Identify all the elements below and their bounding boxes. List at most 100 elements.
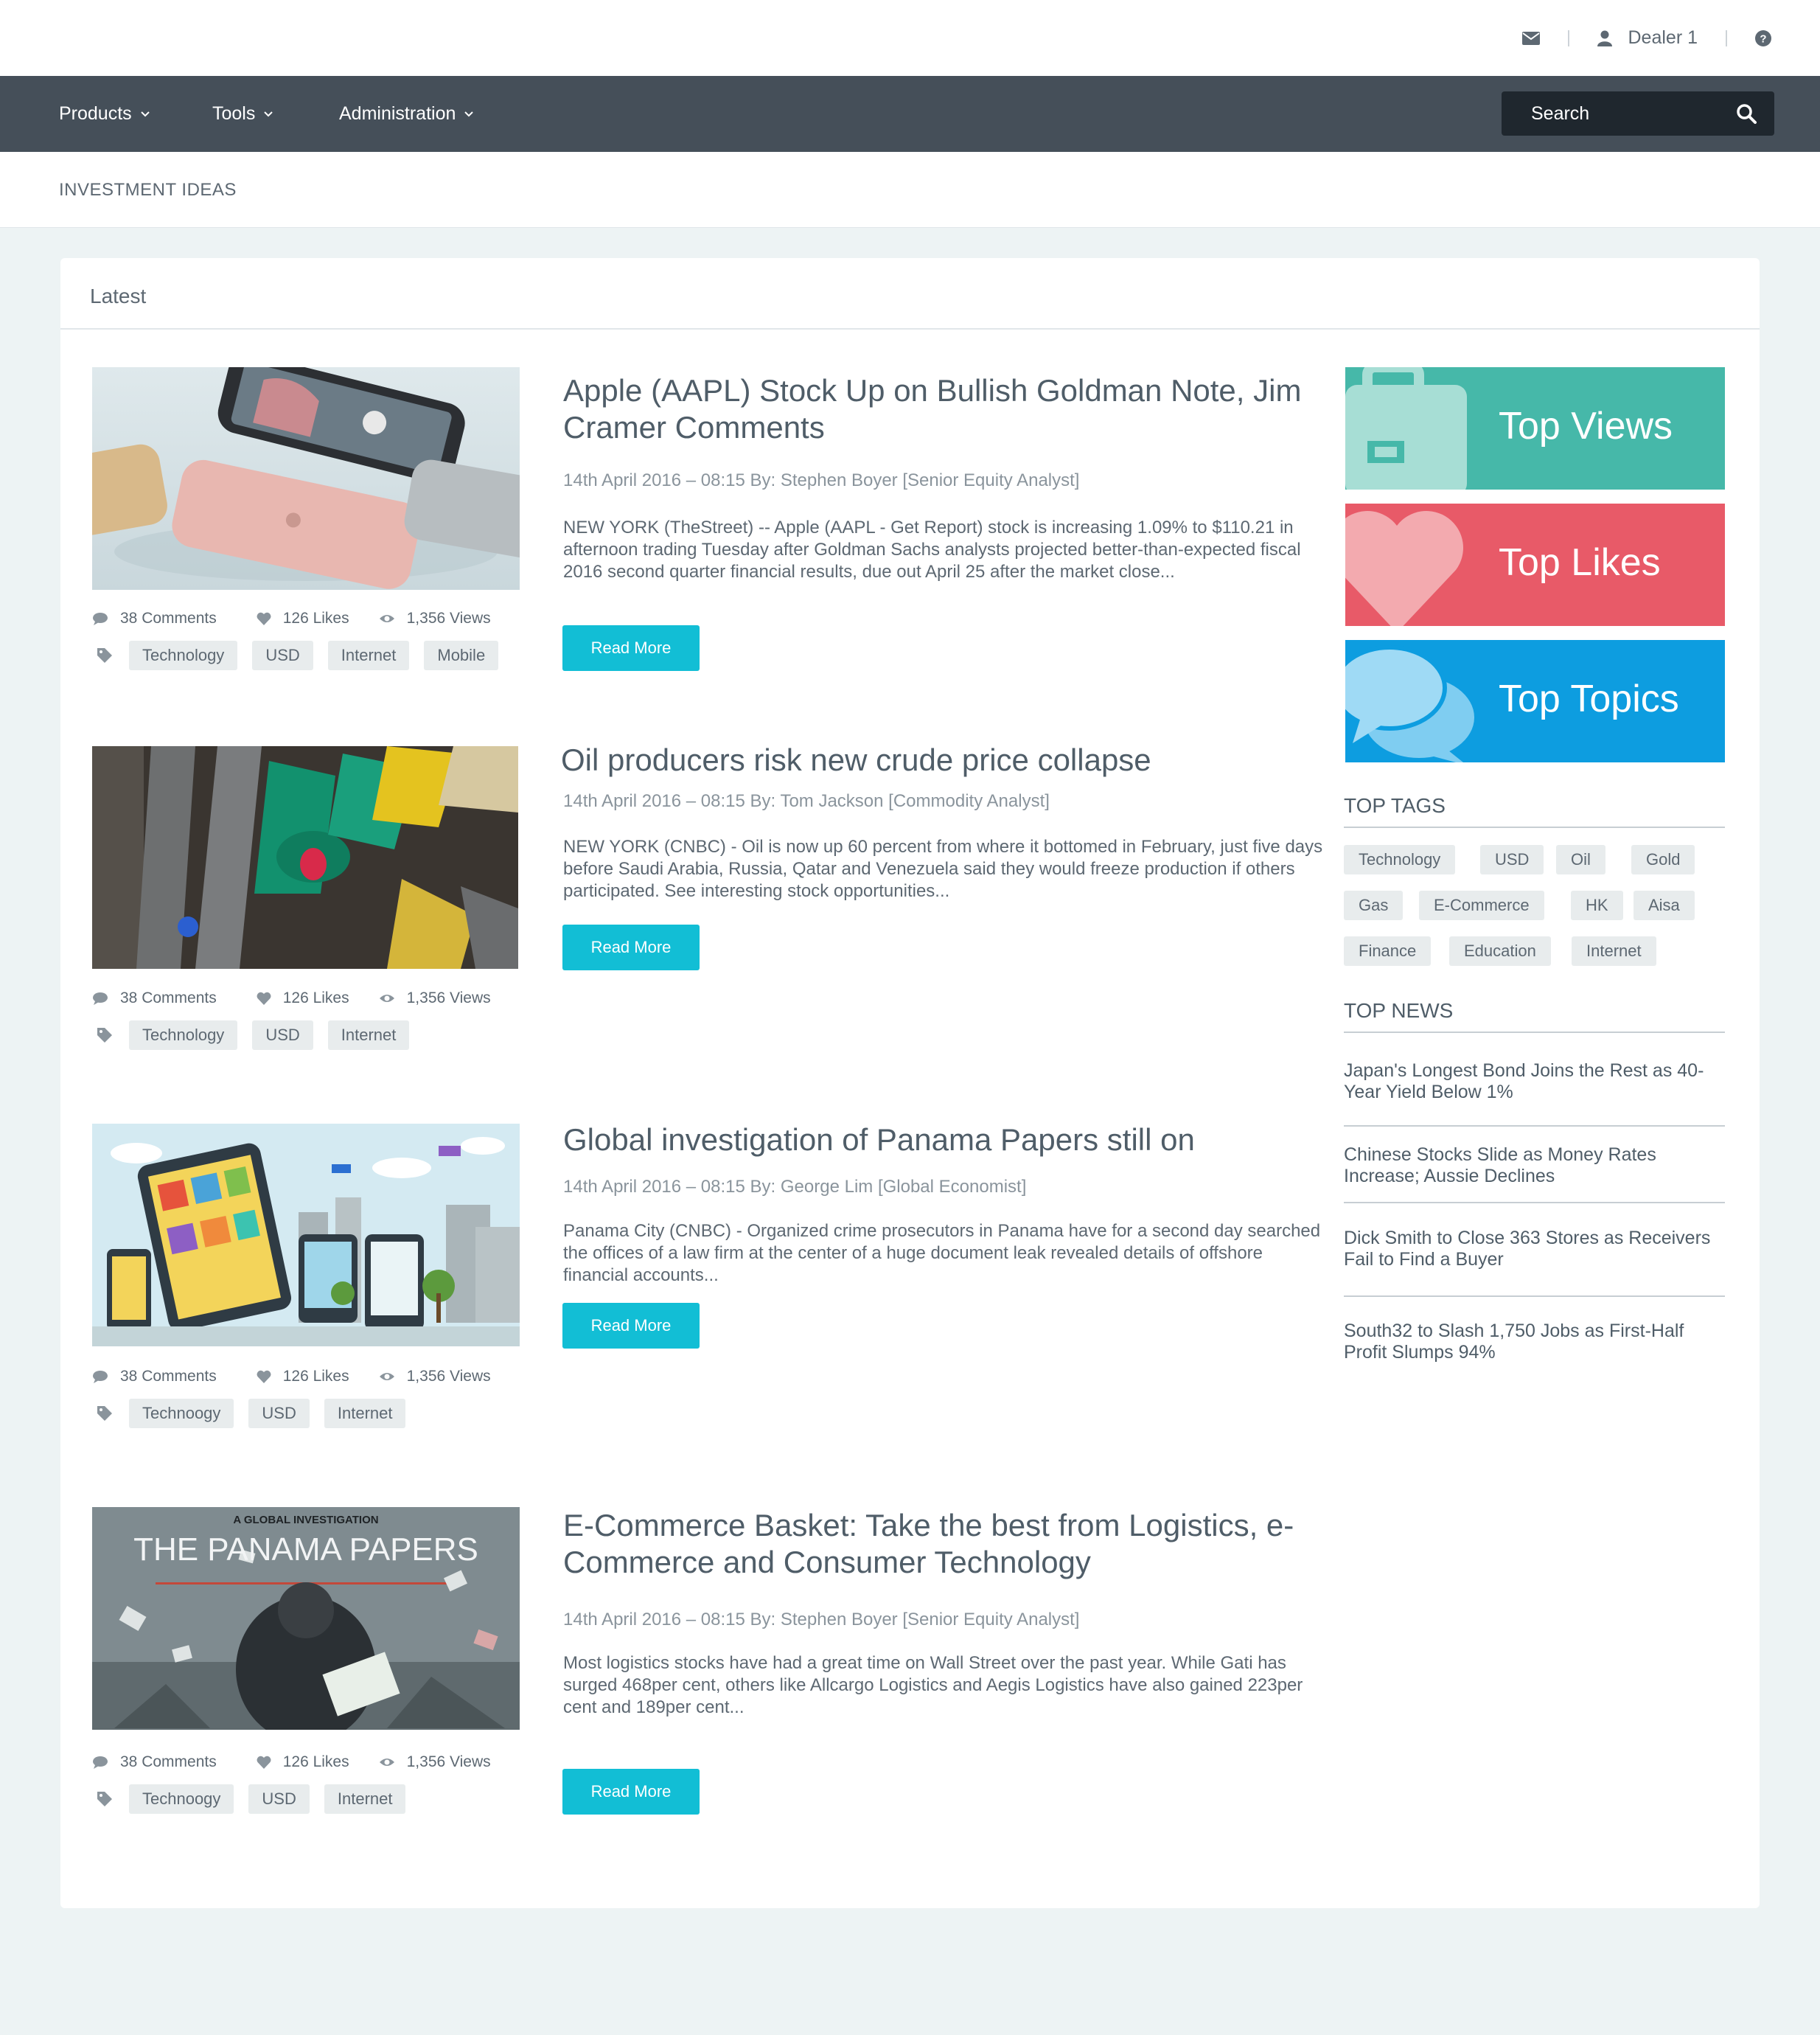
- help-icon[interactable]: ?: [1755, 29, 1771, 46]
- top-tags-heading: TOP TAGS: [1344, 794, 1725, 828]
- tag[interactable]: USD: [252, 641, 313, 670]
- tag[interactable]: Education: [1449, 936, 1551, 966]
- comments-stat[interactable]: 38 Comments: [92, 1753, 217, 1771]
- tag[interactable]: Internet: [324, 1784, 406, 1814]
- tag[interactable]: HK: [1571, 891, 1623, 920]
- comment-icon: [93, 1756, 108, 1769]
- tag[interactable]: Gas: [1344, 891, 1404, 920]
- search-icon[interactable]: [1736, 103, 1757, 124]
- tag-icon: [97, 648, 112, 663]
- article-date: 14th April 2016 – 08:15 By: George Lim […: [563, 1177, 1027, 1197]
- chat-bubbles-icon: [1345, 645, 1474, 762]
- tag[interactable]: USD: [248, 1784, 310, 1814]
- tag[interactable]: Technology: [129, 641, 238, 670]
- top-news-item[interactable]: South32 to Slash 1,750 Jobs as First-Hal…: [1344, 1321, 1725, 1363]
- article-tags: Technoogy USD Internet: [92, 1784, 420, 1814]
- views-count: 1,356 Views: [406, 610, 491, 627]
- comments-stat[interactable]: 38 Comments: [92, 989, 217, 1007]
- article-title[interactable]: E-Commerce Basket: Take the best from Lo…: [563, 1507, 1330, 1581]
- article-title[interactable]: Oil producers risk new crude price colla…: [561, 742, 1328, 779]
- likes-count: 126 Likes: [282, 1368, 349, 1385]
- top-news-item[interactable]: Dick Smith to Close 363 Stores as Receiv…: [1344, 1228, 1725, 1270]
- breadcrumb: INVESTMENT IDEAS: [0, 152, 1820, 228]
- article-thumbnail[interactable]: [92, 367, 520, 590]
- views-count: 1,356 Views: [406, 1368, 491, 1385]
- divider: [1567, 29, 1569, 46]
- city-devices-illustration: [92, 1124, 520, 1346]
- heart-icon: [257, 1756, 271, 1769]
- likes-stat[interactable]: 126 Likes: [257, 610, 349, 627]
- top-views-tile[interactable]: Top Views: [1345, 367, 1725, 490]
- tag[interactable]: Technology: [129, 1020, 238, 1050]
- tag[interactable]: USD: [248, 1399, 310, 1428]
- tag[interactable]: Internet: [324, 1399, 406, 1428]
- article-thumbnail[interactable]: A GLOBAL INVESTIGATION THE PANAMA PAPERS: [92, 1507, 520, 1730]
- likes-count: 126 Likes: [282, 1753, 349, 1770]
- tag[interactable]: Oil: [1556, 845, 1605, 874]
- chevron-down-icon: [464, 111, 474, 116]
- phones-image: [92, 367, 520, 589]
- read-more-button[interactable]: Read More: [562, 925, 700, 970]
- article-date: 14th April 2016 – 08:15 By: Stephen Boye…: [563, 1610, 1080, 1629]
- fuel-pumps-image: [92, 746, 518, 969]
- tag[interactable]: USD: [1480, 845, 1544, 874]
- top-likes-tile[interactable]: Top Likes: [1345, 504, 1725, 626]
- eye-icon: [379, 615, 394, 622]
- comments-stat[interactable]: 38 Comments: [92, 610, 217, 627]
- article-thumbnail[interactable]: [92, 1124, 520, 1346]
- top-news-heading: TOP NEWS: [1344, 999, 1725, 1033]
- read-more-button[interactable]: Read More: [562, 625, 700, 671]
- tag[interactable]: Technoogy: [129, 1399, 234, 1428]
- thumbnail-headline: THE PANAMA PAPERS: [133, 1531, 478, 1568]
- divider: [1726, 29, 1727, 46]
- article-summary: NEW YORK (TheStreet) -- Apple (AAPL - Ge…: [563, 518, 1301, 582]
- likes-stat[interactable]: 126 Likes: [257, 1753, 349, 1771]
- nav-administration[interactable]: Administration: [339, 76, 474, 152]
- tag[interactable]: E-Commerce: [1419, 891, 1544, 920]
- comments-count: 38 Comments: [120, 610, 217, 627]
- top-news-item[interactable]: Japan's Longest Bond Joins the Rest as 4…: [1344, 1060, 1725, 1103]
- article-stats: 38 Comments 126 Likes 1,356 Views: [92, 989, 520, 1007]
- tag[interactable]: Technoogy: [129, 1784, 234, 1814]
- article-title[interactable]: Global investigation of Panama Papers st…: [563, 1121, 1330, 1158]
- tile-label: Top Likes: [1499, 541, 1661, 584]
- top-news-item[interactable]: Chinese Stocks Slide as Money Rates Incr…: [1344, 1144, 1725, 1187]
- nav-products[interactable]: Products: [59, 76, 150, 152]
- user-icon: [1597, 30, 1612, 46]
- article-summary: NEW YORK (CNBC) - Oil is now up 60 perce…: [563, 837, 1323, 901]
- tag[interactable]: Mobile: [424, 641, 499, 670]
- views-count: 1,356 Views: [406, 989, 491, 1006]
- search-box: [1502, 91, 1774, 136]
- article-thumbnail[interactable]: [92, 746, 518, 969]
- comment-icon: [93, 992, 108, 1005]
- top-topics-tile[interactable]: Top Topics: [1345, 640, 1725, 762]
- article-summary: Panama City (CNBC) - Organized crime pro…: [563, 1221, 1321, 1285]
- svg-text:?: ?: [1760, 32, 1766, 45]
- mail-icon[interactable]: [1521, 31, 1540, 45]
- tag[interactable]: Technology: [1344, 845, 1456, 874]
- likes-stat[interactable]: 126 Likes: [257, 989, 349, 1007]
- views-stat: 1,356 Views: [379, 1753, 491, 1771]
- views-count: 1,356 Views: [406, 1753, 491, 1770]
- tag-icon: [97, 1406, 112, 1421]
- tag[interactable]: Aisa: [1634, 891, 1695, 920]
- user-menu[interactable]: Dealer 1: [1597, 27, 1698, 49]
- tag[interactable]: Gold: [1631, 845, 1695, 874]
- likes-stat[interactable]: 126 Likes: [257, 1368, 349, 1385]
- tag[interactable]: Finance: [1344, 936, 1432, 966]
- article-stats: 38 Comments 126 Likes 1,356 Views: [92, 1753, 520, 1771]
- nav-tools[interactable]: Tools: [212, 76, 273, 152]
- tag[interactable]: Internet: [327, 1020, 410, 1050]
- comments-count: 38 Comments: [120, 1368, 217, 1385]
- read-more-button[interactable]: Read More: [562, 1769, 700, 1815]
- comment-icon: [93, 1371, 108, 1383]
- tag[interactable]: USD: [252, 1020, 313, 1050]
- article-title[interactable]: Apple (AAPL) Stock Up on Bullish Goldman…: [563, 372, 1330, 446]
- comment-icon: [93, 613, 108, 625]
- tag[interactable]: Internet: [327, 641, 410, 670]
- read-more-button[interactable]: Read More: [562, 1303, 700, 1349]
- search-input[interactable]: [1531, 102, 1715, 125]
- comments-stat[interactable]: 38 Comments: [92, 1368, 217, 1385]
- tag[interactable]: Internet: [1572, 936, 1656, 966]
- briefcase-icon: [1345, 367, 1467, 490]
